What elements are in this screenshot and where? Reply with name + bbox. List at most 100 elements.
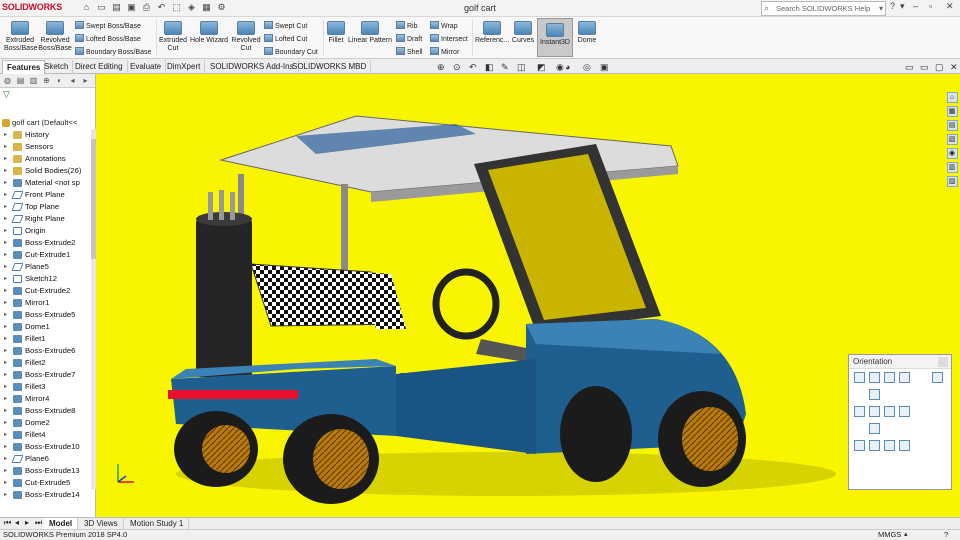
revolved-cut-button[interactable]: Revolved Cut (231, 21, 261, 53)
help-icon[interactable]: ? (944, 530, 948, 540)
expand-arrow-icon[interactable]: ▸ (4, 417, 7, 429)
expand-arrow-icon[interactable]: ▸ (4, 309, 7, 321)
left-view-icon[interactable] (854, 406, 865, 417)
tree-item[interactable]: ▸ Origin (0, 225, 92, 237)
boundary-boss-button[interactable]: Boundary Boss/Base (75, 47, 151, 56)
expand-arrow-icon[interactable]: ▸ (4, 129, 7, 141)
tree-item[interactable]: ▸ Plane6 (0, 453, 92, 465)
expand-arrow-icon[interactable]: ▸ (4, 189, 7, 201)
custom-properties-icon[interactable]: ▥ (946, 162, 958, 173)
hole-wizard-button[interactable]: Hole Wizard (189, 21, 229, 45)
intersect-button[interactable]: Intersect (430, 34, 468, 43)
tree-item[interactable]: ▸ Boss-Extrude6 (0, 345, 92, 357)
expand-arrow-icon[interactable]: ▸ (4, 453, 7, 465)
tree-item[interactable]: ▸ Boss-Extrude5 (0, 309, 92, 321)
dome-button[interactable]: Dome (575, 21, 599, 45)
zoom-to-fit-icon[interactable]: ⊕ (437, 62, 445, 73)
draft-button[interactable]: Draft (396, 34, 422, 43)
prev-tab-icon[interactable]: ◂ (15, 518, 19, 527)
minimize-icon[interactable]: – (913, 1, 918, 11)
tree-item[interactable]: ▸ Front Plane (0, 189, 92, 201)
expand-arrow-icon[interactable]: ▸ (4, 345, 7, 357)
property-manager-icon[interactable]: ▤ (15, 75, 26, 86)
swept-boss-button[interactable]: Swept Boss/Base (75, 21, 141, 30)
close-icon[interactable]: ✕ (946, 1, 954, 12)
solidworks-resources-icon[interactable]: ⌂ (946, 92, 958, 103)
right-view-icon[interactable] (884, 406, 895, 417)
mirror-button[interactable]: Mirror (430, 47, 459, 56)
restore-viewport-icon[interactable]: ▭ (905, 62, 914, 73)
tree-item[interactable]: ▸ Sensors (0, 141, 92, 153)
expand-arrow-icon[interactable]: ▸ (4, 237, 7, 249)
expand-arrow-icon[interactable]: ▸ (4, 201, 7, 213)
expand-arrow-icon[interactable]: ▸ (4, 249, 7, 261)
reference-geometry-button[interactable]: Referenc... (475, 21, 509, 45)
pane-back-icon[interactable]: ◂ (67, 75, 78, 86)
view-selector-icon[interactable] (854, 372, 865, 383)
tree-item[interactable]: ▸ Fillet4 (0, 429, 92, 441)
expand-arrow-icon[interactable]: ▸ (4, 165, 7, 177)
tree-item[interactable]: ▸ Boss-Extrude10 (0, 441, 92, 453)
tab-addins[interactable]: SOLIDWORKS Add-Ins (206, 60, 299, 74)
expand-arrow-icon[interactable]: ▸ (4, 441, 7, 453)
close-viewport-icon[interactable]: ✕ (950, 62, 958, 73)
tree-item[interactable]: ▸ Fillet3 (0, 381, 92, 393)
last-tab-icon[interactable]: ⏭ (35, 518, 42, 528)
back-view-icon[interactable] (899, 406, 910, 417)
expand-arrow-icon[interactable]: ▸ (4, 225, 7, 237)
expand-arrow-icon[interactable]: ▸ (4, 381, 7, 393)
graphics-viewport[interactable] (96, 74, 960, 517)
view-orientation-icon[interactable]: ◫ (517, 62, 526, 73)
expand-arrow-icon[interactable]: ▸ (4, 141, 7, 153)
tree-item[interactable]: ▸ Material <not sp (0, 177, 92, 189)
front-view-icon[interactable] (869, 406, 880, 417)
tree-item[interactable]: ▸ History (0, 129, 92, 141)
feature-tree-icon[interactable]: ◍ (2, 75, 13, 86)
lofted-boss-button[interactable]: Lofted Boss/Base (75, 34, 141, 43)
tab-evaluate[interactable]: Evaluate (126, 60, 167, 74)
tree-item[interactable]: ▸ Boss-Extrude8 (0, 405, 92, 417)
dynamic-annotation-icon[interactable]: ✎ (501, 62, 509, 73)
expand-arrow-icon[interactable]: ▸ (4, 297, 7, 309)
tree-item[interactable]: ▸ Cut-Extrude2 (0, 285, 92, 297)
search-dropdown-icon[interactable]: ▾ (879, 2, 883, 15)
swept-cut-button[interactable]: Swept Cut (264, 21, 307, 30)
rib-button[interactable]: Rib (396, 21, 418, 30)
expand-arrow-icon[interactable]: ▸ (4, 393, 7, 405)
tree-item[interactable]: ▸ Cut-Extrude1 (0, 249, 92, 261)
tree-item[interactable]: ▸ Right Plane (0, 213, 92, 225)
two-view-vertical-icon[interactable] (884, 440, 895, 451)
single-view-icon[interactable] (854, 440, 865, 451)
linear-pattern-button[interactable]: Linear Pattern (347, 21, 393, 45)
view-settings-icon[interactable]: ▣ (600, 62, 609, 73)
expand-arrow-icon[interactable]: ▸ (4, 489, 7, 501)
expand-arrow-icon[interactable]: ▸ (4, 465, 7, 477)
tab-dimxpert[interactable]: DimXpert (163, 60, 206, 74)
display-style-icon[interactable]: ◩ (537, 62, 546, 73)
section-view-icon[interactable]: ◧ (485, 62, 494, 73)
expand-arrow-icon[interactable]: ▸ (4, 261, 7, 273)
update-view-icon[interactable] (884, 372, 895, 383)
expand-arrow-icon[interactable]: ▸ (4, 321, 7, 333)
top-view-icon[interactable] (869, 389, 880, 400)
curves-button[interactable]: Curves (511, 21, 535, 45)
boundary-cut-button[interactable]: Boundary Cut (264, 47, 318, 56)
expand-arrow-icon[interactable]: ▸ (4, 405, 7, 417)
expand-arrow-icon[interactable]: ▸ (4, 477, 7, 489)
expand-arrow-icon[interactable]: ▸ (4, 333, 7, 345)
tree-item[interactable]: ▸ Dome1 (0, 321, 92, 333)
appearances-icon[interactable]: ◉ (946, 148, 958, 159)
help-search-input[interactable]: ⌕ Search SOLIDWORKS Help ▾ (761, 1, 886, 16)
expand-arrow-icon[interactable]: ▸ (4, 153, 7, 165)
tree-item[interactable]: ▸ Mirror4 (0, 393, 92, 405)
tree-item[interactable]: ▸ Boss-Extrude13 (0, 465, 92, 477)
next-tab-icon[interactable]: ▸ (25, 518, 29, 527)
display-manager-icon[interactable]: ◐ (54, 75, 65, 86)
previous-view-icon[interactable]: ↶ (469, 62, 477, 73)
instant3d-button[interactable]: Instant3D (537, 18, 573, 57)
pane-forward-icon[interactable]: ▸ (80, 75, 91, 86)
forum-icon[interactable]: ▨ (946, 176, 958, 187)
fillet-button[interactable]: Fillet (326, 21, 346, 45)
four-view-icon[interactable] (899, 440, 910, 451)
two-view-horizontal-icon[interactable] (869, 440, 880, 451)
